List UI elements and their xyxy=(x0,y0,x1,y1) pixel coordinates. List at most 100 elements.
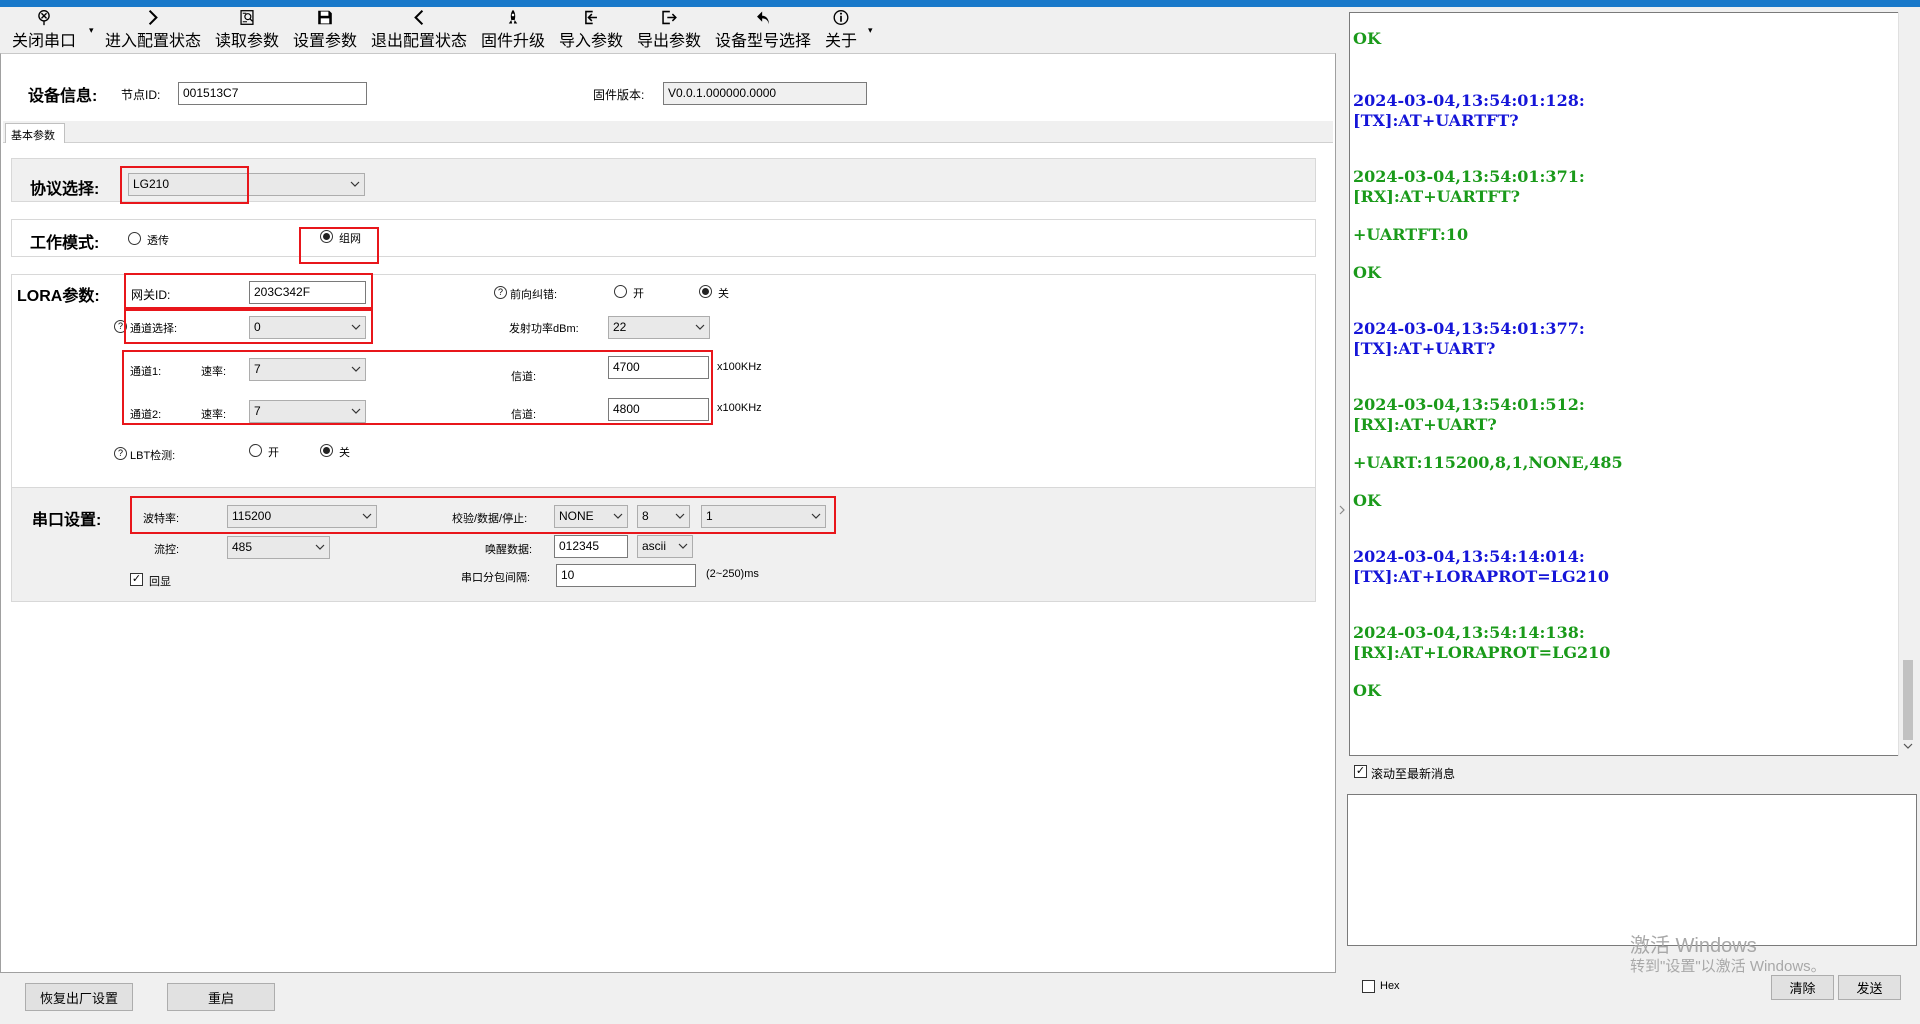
protocol-value: LG210 xyxy=(133,177,170,191)
factory-reset-button[interactable]: 恢复出厂设置 xyxy=(25,983,133,1011)
ch1-label: 通道1: xyxy=(130,366,162,378)
exit-config-label: 退出配置状态 xyxy=(371,33,468,50)
help-icon[interactable]: ? xyxy=(114,320,127,333)
about-label: 关于 xyxy=(825,33,858,50)
mode-transparent-radio[interactable] xyxy=(128,232,141,245)
ch1-freq-field[interactable]: 4700 xyxy=(608,356,709,379)
mode-network-radio[interactable] xyxy=(320,230,333,243)
wake-data-field[interactable]: 012345 xyxy=(554,535,628,558)
chevron-down-icon xyxy=(315,544,325,550)
node-id-label: 节点ID: xyxy=(121,88,161,102)
import-icon xyxy=(585,10,597,25)
ch2-rate-select[interactable]: 7 xyxy=(249,400,366,423)
chevron-down-icon xyxy=(351,408,361,414)
hex-checkbox[interactable] xyxy=(1362,980,1375,993)
help-icon[interactable]: ? xyxy=(494,286,507,299)
exit-config-button[interactable]: 退出配置状态 xyxy=(371,9,467,51)
firmware-upgrade-button[interactable]: 固件升级 xyxy=(481,9,545,51)
overflow-caret-icon[interactable]: ▾ xyxy=(868,25,873,36)
baud-label: 波特率: xyxy=(143,513,180,525)
wake-format-select[interactable]: ascii xyxy=(637,535,693,558)
export-params-button[interactable]: 导出参数 xyxy=(637,9,701,51)
databits-select[interactable]: 8 xyxy=(637,505,690,528)
ch2-rate-label: 速率: xyxy=(201,409,227,421)
protocol-label: 协议选择: xyxy=(30,181,100,198)
device-model-button[interactable]: 设备型号选择 xyxy=(715,9,811,51)
log-line: +UARTFT:10 xyxy=(1353,225,1469,244)
lbt-off-radio[interactable] xyxy=(320,444,333,457)
scroll-latest-checkbox[interactable]: ✓ xyxy=(1354,765,1367,778)
log-output[interactable]: OK 2024-03-04,13:54:01:128: [TX]:AT+UARTFT… xyxy=(1349,12,1917,756)
node-id-field[interactable]: 001513C7 xyxy=(178,82,367,105)
log-line: OK xyxy=(1353,29,1381,48)
channel-select[interactable]: 0 xyxy=(249,316,366,339)
tx-power-select[interactable]: 22 xyxy=(608,316,710,339)
fec-on-radio[interactable] xyxy=(614,285,627,298)
chevron-left-icon xyxy=(414,9,424,26)
log-line: OK xyxy=(1353,491,1381,510)
read-document-icon xyxy=(240,10,254,25)
interval-field[interactable]: 10 xyxy=(556,564,696,587)
log-line: [RX]:AT+LORAPROT=LG210 xyxy=(1353,643,1611,662)
about-button[interactable]: 关于 xyxy=(825,9,857,51)
stopbits-select[interactable]: 1 xyxy=(701,505,826,528)
protocol-select[interactable]: LG210 xyxy=(128,173,365,196)
lbt-on-radio[interactable] xyxy=(249,444,262,457)
chevron-down-icon xyxy=(695,324,705,330)
log-scrollbar[interactable] xyxy=(1898,12,1917,756)
fec-off-label: 关 xyxy=(718,288,729,300)
activation-watermark-subtitle: 转到"设置"以激活 Windows。 xyxy=(1630,958,1826,975)
close-port-button[interactable]: 关闭串口 xyxy=(12,9,76,51)
interval-range-label: (2~250)ms xyxy=(706,568,759,580)
read-params-button[interactable]: 读取参数 xyxy=(215,9,279,51)
chevron-down-icon xyxy=(613,513,623,519)
baud-select[interactable]: 115200 xyxy=(227,505,377,528)
fec-off-radio[interactable] xyxy=(699,285,712,298)
scroll-thumb[interactable] xyxy=(1903,660,1913,740)
export-icon xyxy=(662,10,677,25)
baud-value: 115200 xyxy=(232,509,272,523)
send-input[interactable] xyxy=(1347,794,1917,946)
ch2-freq-label: 信道: xyxy=(511,409,537,421)
lbt-on-label: 开 xyxy=(268,447,279,459)
ch2-freq-field[interactable]: 4800 xyxy=(608,398,709,421)
enter-config-button[interactable]: 进入配置状态 xyxy=(105,9,201,51)
send-button[interactable]: 发送 xyxy=(1838,975,1901,1000)
import-params-button[interactable]: 导入参数 xyxy=(559,9,623,51)
tab-basic-params[interactable]: 基本参数 xyxy=(5,123,65,143)
config-panel: 设备信息: 节点ID: 001513C7 固件版本: V0.0.1.000000… xyxy=(0,53,1336,973)
chevron-right-icon xyxy=(148,9,158,26)
ch1-rate-value: 7 xyxy=(254,362,261,376)
activation-watermark-title: 激活 Windows xyxy=(1630,935,1757,957)
ch1-unit-label: x100KHz xyxy=(717,361,762,373)
set-params-button[interactable]: 设置参数 xyxy=(293,9,357,51)
clear-button[interactable]: 清除 xyxy=(1771,975,1834,1000)
log-line: OK xyxy=(1353,263,1381,282)
restart-button[interactable]: 重启 xyxy=(167,983,275,1011)
import-params-label: 导入参数 xyxy=(559,33,624,50)
panel-splitter[interactable] xyxy=(1338,480,1346,540)
log-line: [RX]:AT+UARTFT? xyxy=(1353,187,1521,206)
lbt-off-label: 关 xyxy=(339,447,350,459)
gateway-id-label: 网关ID: xyxy=(131,288,171,302)
title-bar xyxy=(0,0,1920,7)
flow-label: 流控: xyxy=(154,544,180,556)
enter-config-label: 进入配置状态 xyxy=(105,33,202,50)
dropdown-caret-icon[interactable]: ▾ xyxy=(89,25,94,36)
flow-select[interactable]: 485 xyxy=(227,536,330,559)
scroll-down-icon[interactable] xyxy=(1903,740,1913,752)
firmware-field: V0.0.1.000000.0000 xyxy=(663,82,867,105)
log-line: 2024-03-04,13:54:14:014: xyxy=(1353,547,1585,566)
help-icon[interactable]: ? xyxy=(114,447,127,460)
echo-checkbox[interactable]: ✓ xyxy=(130,573,143,586)
mode-transparent-label: 透传 xyxy=(147,235,169,247)
log-line: [TX]:AT+UARTFT? xyxy=(1353,111,1519,130)
info-icon xyxy=(833,10,849,25)
log-line: 2024-03-04,13:54:14:138: xyxy=(1353,623,1585,642)
parity-select[interactable]: NONE xyxy=(554,505,628,528)
ch1-rate-select[interactable]: 7 xyxy=(249,358,366,381)
echo-label: 回显 xyxy=(149,576,171,588)
gateway-id-field[interactable]: 203C342F xyxy=(249,281,366,304)
log-line: 2024-03-04,13:54:01:377: xyxy=(1353,319,1585,338)
export-params-label: 导出参数 xyxy=(637,33,702,50)
